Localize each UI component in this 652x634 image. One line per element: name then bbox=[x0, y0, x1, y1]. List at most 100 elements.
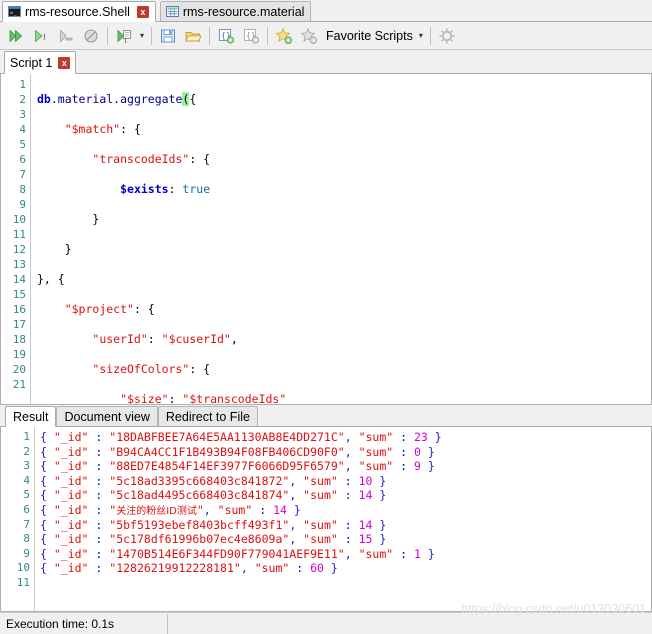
star-remove-icon bbox=[300, 27, 318, 45]
line-number: 15 bbox=[12, 288, 26, 301]
line-number: 20 bbox=[12, 363, 26, 376]
line-number: 3 bbox=[23, 459, 30, 473]
line-number: 21 bbox=[12, 378, 26, 391]
line-number: 4 bbox=[23, 473, 30, 487]
connection-tab-label: rms-resource.material bbox=[182, 4, 305, 19]
result-row[interactable]: { "_id" : "18DABFBEE7A64E5AA1130AB8E4DD2… bbox=[40, 430, 651, 445]
step-button[interactable] bbox=[54, 24, 78, 48]
step-over-icon bbox=[57, 27, 75, 45]
line-number: 5 bbox=[19, 138, 26, 151]
svg-text:>_: >_ bbox=[10, 11, 17, 17]
result-row[interactable]: { "_id" : "12826219912228181", "sum" : 6… bbox=[40, 561, 651, 576]
open-button[interactable] bbox=[181, 24, 205, 48]
result-row[interactable]: { "_id" : "5c18ad3395c668403c841872", "s… bbox=[40, 474, 651, 489]
status-bar: Execution time: 0.1s bbox=[0, 612, 652, 634]
result-row[interactable]: { "_id" : "5c178df61996b07ec4e8609a", "s… bbox=[40, 532, 651, 547]
save-disk-icon bbox=[159, 27, 177, 45]
connection-tab-label: rms-resource.Shell bbox=[25, 4, 130, 19]
studio3t-window: >_ rms-resource.Shell x rms-resource.mat… bbox=[0, 0, 652, 634]
script-tab-1[interactable]: Script 1 x bbox=[4, 51, 77, 74]
tab-document-view-label: Document view bbox=[64, 409, 150, 424]
play-line-icon: I bbox=[32, 27, 50, 45]
toolbar-separator bbox=[107, 26, 108, 45]
line-number: 9 bbox=[19, 198, 26, 211]
toolbar-separator bbox=[267, 26, 268, 45]
format-braces-icon: {} bbox=[217, 27, 235, 45]
close-icon[interactable]: x bbox=[136, 5, 149, 18]
line-number: 5 bbox=[23, 488, 30, 502]
settings-button[interactable] bbox=[435, 24, 459, 48]
main-toolbar: I I ▾ {} {} Favorite Scripts ▾ bbox=[0, 22, 652, 50]
connection-tab-shell[interactable]: >_ rms-resource.Shell x bbox=[2, 1, 156, 22]
favorite-scripts-caret[interactable]: ▾ bbox=[416, 24, 426, 48]
line-number: 10 bbox=[12, 213, 26, 226]
tab-redirect-to-file[interactable]: Redirect to File bbox=[157, 406, 258, 426]
connection-tab-material[interactable]: rms-resource.material bbox=[159, 1, 312, 21]
line-number: 12 bbox=[12, 243, 26, 256]
result-panel: Result Document view Redirect to File 12… bbox=[0, 405, 652, 612]
save-button[interactable] bbox=[156, 24, 180, 48]
line-number: 1 bbox=[19, 78, 26, 91]
run-script-dropdown-caret[interactable]: ▾ bbox=[137, 24, 147, 48]
result-row[interactable]: { "_id" : "88ED7E4854F14EF3977F6066D95F6… bbox=[40, 459, 651, 474]
result-row[interactable]: { "_id" : "1470B514E6F344FD90F779041AEF9… bbox=[40, 547, 651, 562]
editor-line-number-gutter: 1 2 3 4 5 6 7 8 9 10 11 12 13 14 15 16 17 18 19 20 21 bbox=[1, 74, 31, 404]
toolbar-separator bbox=[151, 26, 152, 45]
line-number: 3 bbox=[19, 108, 26, 121]
line-number: 8 bbox=[19, 183, 26, 196]
play-document-icon: I bbox=[115, 27, 133, 45]
script-tab-bar: Script 1 x bbox=[0, 50, 652, 74]
result-row[interactable]: { "_id" : "5bf5193ebef8403bcff493f1", "s… bbox=[40, 518, 651, 533]
status-secondary-cell bbox=[168, 614, 180, 634]
add-favorite-button[interactable] bbox=[272, 24, 296, 48]
line-number: 11 bbox=[12, 228, 26, 241]
gear-icon bbox=[438, 27, 456, 45]
code-editor[interactable]: 1 2 3 4 5 6 7 8 9 10 11 12 13 14 15 16 17 18 19 20 21 db.mat… bbox=[0, 74, 652, 405]
result-rows[interactable]: { "_id" : "18DABFBEE7A64E5AA1130AB8E4DD2… bbox=[35, 427, 651, 611]
line-number: 1 bbox=[23, 430, 30, 443]
line-number: 19 bbox=[12, 348, 26, 361]
line-number: 6 bbox=[19, 153, 26, 166]
line-number: 2 bbox=[23, 444, 30, 458]
connection-tab-bar: >_ rms-resource.Shell x rms-resource.mat… bbox=[0, 0, 652, 22]
result-line-number-gutter: 1 2 3 4 5 6 7 8 9 10 11 bbox=[1, 427, 35, 611]
run-script-button[interactable]: I bbox=[112, 24, 136, 48]
stop-button[interactable] bbox=[79, 24, 103, 48]
toolbar-separator bbox=[429, 26, 431, 45]
toolbar-separator bbox=[209, 26, 210, 45]
line-number: 4 bbox=[19, 123, 26, 136]
tab-redirect-to-file-label: Redirect to File bbox=[165, 409, 250, 424]
remove-favorite-button[interactable] bbox=[297, 24, 321, 48]
line-number: 10 bbox=[16, 561, 30, 575]
close-icon[interactable]: x bbox=[58, 56, 71, 69]
line-number: 6 bbox=[23, 502, 30, 516]
svg-text:I: I bbox=[43, 32, 46, 41]
minify-braces-icon: {} bbox=[242, 27, 260, 45]
editor-code-content[interactable]: db.material.aggregate({ "$match": { "tra… bbox=[31, 74, 651, 404]
result-output[interactable]: 1 2 3 4 5 6 7 8 9 10 11 { "_id" : "18DABFBEE7A64E5… bbox=[0, 427, 652, 612]
tab-document-view[interactable]: Document view bbox=[56, 406, 158, 426]
result-tab-bar: Result Document view Redirect to File bbox=[0, 405, 652, 427]
result-row[interactable]: { "_id" : "5c18ad4495c668403c841874", "s… bbox=[40, 488, 651, 503]
collection-grid-icon bbox=[165, 5, 179, 18]
line-number: 2 bbox=[19, 93, 26, 106]
result-row[interactable]: { "_id" : "关注的粉丝ID测试", "sum" : 14 } bbox=[40, 503, 651, 518]
line-number: 14 bbox=[12, 273, 26, 286]
format-button[interactable]: {} bbox=[214, 24, 238, 48]
line-number: 7 bbox=[23, 517, 30, 531]
script-tab-label: Script 1 bbox=[10, 55, 53, 70]
line-number: 8 bbox=[23, 532, 30, 546]
result-row[interactable]: { "_id" : "B94CA4CC1F1B493B94F08FB406CD9… bbox=[40, 445, 651, 460]
tab-result-label: Result bbox=[13, 409, 49, 424]
shell-console-icon: >_ bbox=[8, 5, 21, 18]
favorite-scripts-label[interactable]: Favorite Scripts bbox=[322, 29, 415, 43]
line-number: 7 bbox=[19, 168, 26, 181]
line-number: 16 bbox=[12, 303, 26, 316]
run-current-button[interactable]: I bbox=[29, 24, 53, 48]
minify-button[interactable]: {} bbox=[239, 24, 263, 48]
tab-result[interactable]: Result bbox=[5, 406, 57, 427]
execution-time-status: Execution time: 0.1s bbox=[0, 613, 168, 634]
run-all-button[interactable] bbox=[4, 24, 28, 48]
open-folder-icon bbox=[184, 27, 202, 45]
double-play-icon bbox=[7, 27, 25, 45]
